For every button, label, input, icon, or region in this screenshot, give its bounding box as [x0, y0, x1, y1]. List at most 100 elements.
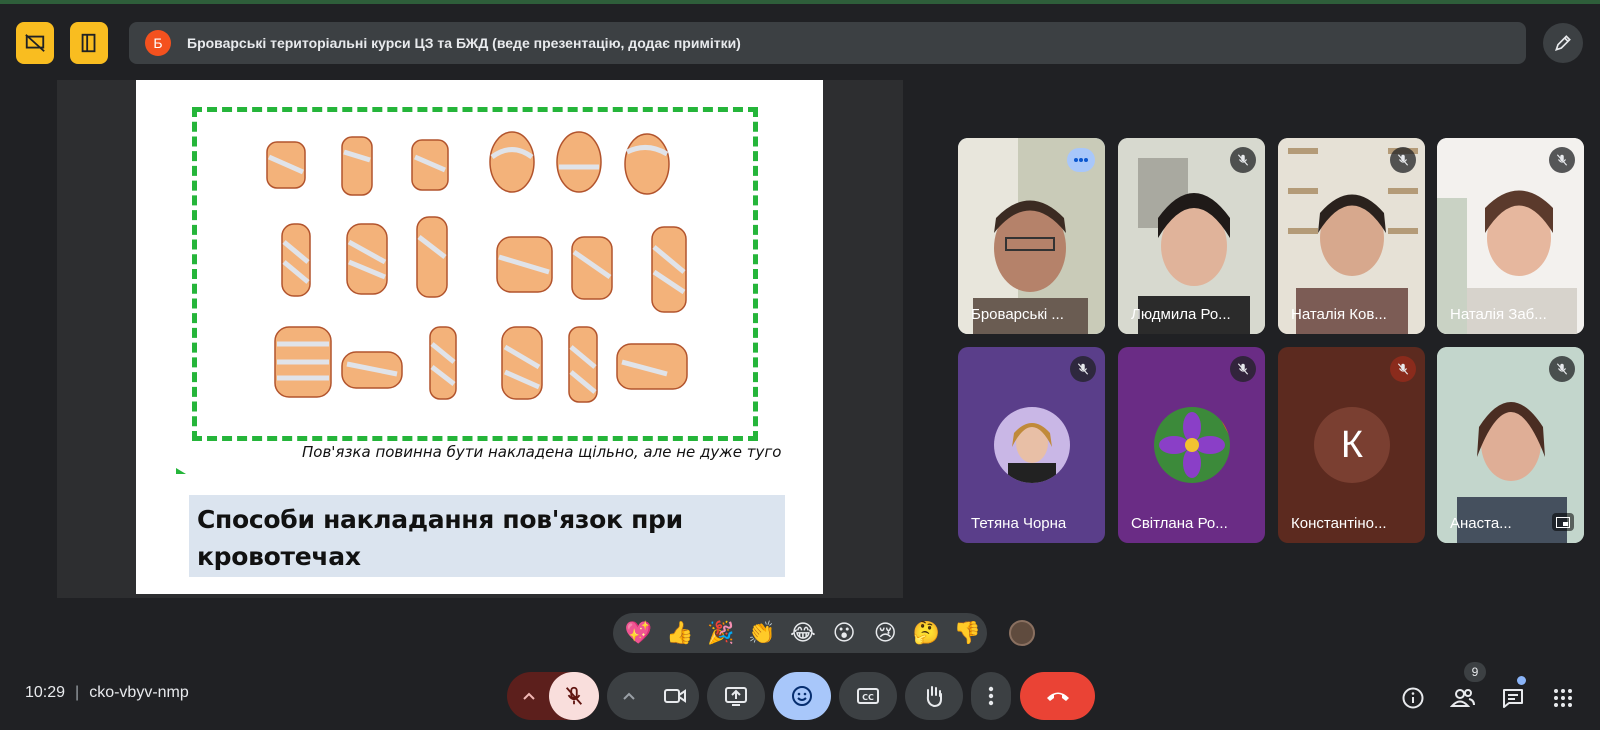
chevron-up-icon: [523, 692, 535, 700]
mic-off-badge: [1230, 356, 1256, 382]
present-screen-button[interactable]: [707, 672, 765, 720]
current-time: 10:29: [25, 684, 66, 701]
mic-off-badge: [1549, 147, 1575, 173]
reaction-clap[interactable]: 👏: [742, 615, 781, 651]
video-options-button[interactable]: [607, 672, 651, 720]
annotate-button[interactable]: [1543, 23, 1583, 63]
chat-button[interactable]: [1497, 682, 1529, 714]
more-vertical-icon: [988, 686, 994, 706]
participant-tile[interactable]: Наталія Ков...: [1278, 138, 1425, 334]
reaction-laugh[interactable]: 😂: [783, 615, 822, 651]
reactions-button[interactable]: [773, 672, 831, 720]
participant-avatar: [1154, 407, 1230, 483]
participant-name: Анаста...: [1450, 515, 1512, 532]
video-camera-icon: [664, 689, 686, 703]
picture-in-picture-icon[interactable]: [1552, 513, 1574, 531]
microphone-button[interactable]: [549, 672, 599, 720]
mic-off-badge: [1549, 356, 1575, 382]
people-icon: [1450, 689, 1475, 707]
camera-button[interactable]: [651, 672, 699, 720]
reaction-thumbs-down[interactable]: 👎: [948, 615, 987, 651]
svg-text:CC: CC: [862, 693, 874, 702]
participant-tile[interactable]: Броварські ...: [958, 138, 1105, 334]
emoji-icon: [792, 686, 812, 706]
participant-name: Світлана Ро...: [1131, 515, 1228, 532]
slide-caption: Пов'язка повинна бути накладена щільно, …: [302, 443, 782, 461]
participant-photo: [994, 407, 1070, 483]
activities-button[interactable]: [1547, 682, 1579, 714]
reaction-party[interactable]: 🎉: [701, 615, 740, 651]
pen-icon: [1555, 35, 1571, 51]
apps-grid-icon: [1554, 689, 1572, 707]
reaction-thinking[interactable]: 🤔: [907, 615, 946, 651]
meeting-details-button[interactable]: [1397, 682, 1429, 714]
present-screen-icon: [725, 687, 747, 706]
mic-off-badge: [1390, 147, 1416, 173]
captions-button[interactable]: CC: [839, 672, 897, 720]
presentation-stage: Пов'язка повинна бути накладена щільно, …: [57, 80, 903, 598]
slide-title-line1: Способи накладання пов'язок при: [197, 505, 683, 534]
bandage-illustrations-frame: [192, 107, 758, 441]
mic-off-badge: [1070, 356, 1096, 382]
presenter-avatar: Б: [145, 30, 171, 56]
flower-photo: [1154, 407, 1230, 483]
more-options-button[interactable]: [1067, 148, 1095, 172]
chat-unread-indicator: [1517, 676, 1526, 685]
mic-off-icon: [1237, 154, 1249, 166]
mic-off-icon: [1397, 363, 1409, 375]
raise-hand-button[interactable]: [905, 672, 963, 720]
meeting-info: 10:29 | cko-vbyv-nmp: [25, 684, 189, 702]
participant-name: Тетяна Чорна: [971, 515, 1067, 532]
participant-avatar: [994, 407, 1070, 483]
skin-tone-picker[interactable]: [1009, 620, 1035, 646]
participant-tile[interactable]: Людмила Ро...: [1118, 138, 1265, 334]
layout-button[interactable]: [70, 22, 108, 64]
green-arrow-mark: [176, 468, 186, 474]
mic-off-icon: [1237, 363, 1249, 375]
mic-off-icon: [1556, 363, 1568, 375]
presenter-label: Броварські територіальні курси ЦЗ та БЖД…: [187, 35, 741, 51]
chat-icon: [1503, 689, 1523, 708]
mic-off-icon: [565, 686, 583, 705]
participant-name: Наталія Заб...: [1450, 306, 1547, 323]
people-button[interactable]: [1447, 682, 1479, 714]
reaction-thumbs-up[interactable]: 👍: [660, 615, 699, 651]
audio-options-button[interactable]: [507, 672, 551, 720]
presenter-banner: Б Броварські територіальні курси ЦЗ та Б…: [129, 22, 1526, 64]
meeting-code: cko-vbyv-nmp: [89, 684, 189, 701]
stop-presenting-button[interactable]: [16, 22, 54, 64]
bandage-illustrations: [266, 131, 688, 403]
reaction-heart[interactable]: 💖: [619, 615, 658, 651]
participant-tile[interactable]: Світлана Ро...: [1118, 347, 1265, 543]
presentation-slide: Пов'язка повинна бути накладена щільно, …: [136, 80, 823, 594]
participant-tile[interactable]: Тетяна Чорна: [958, 347, 1105, 543]
participant-name: Наталія Ков...: [1291, 306, 1387, 323]
participant-tile[interactable]: Анаста...: [1437, 347, 1584, 543]
participant-name: Броварські ...: [971, 306, 1064, 323]
chevron-up-icon: [623, 692, 635, 700]
mic-off-icon: [1077, 363, 1089, 375]
closed-captions-icon: CC: [857, 688, 879, 704]
slide-title-line2: кровотечах: [197, 542, 361, 571]
reaction-surprised[interactable]: 😮: [825, 615, 864, 651]
participant-initial-avatar: К: [1314, 407, 1390, 483]
hide-presentation-icon: [25, 34, 45, 52]
reaction-sad[interactable]: 😢: [866, 615, 905, 651]
leave-call-button[interactable]: [1020, 672, 1095, 720]
participant-tile[interactable]: К Константіно...: [1278, 347, 1425, 543]
hand-icon: [926, 686, 942, 708]
window-top-edge: [0, 0, 1600, 4]
mic-off-icon: [1397, 154, 1409, 166]
more-options-button[interactable]: [971, 672, 1011, 720]
mic-off-icon: [1556, 154, 1568, 166]
participant-name: Людмила Ро...: [1131, 306, 1231, 323]
participant-count-badge: 9: [1464, 662, 1486, 682]
door-icon: [81, 33, 96, 53]
participant-tile[interactable]: Наталія Заб...: [1437, 138, 1584, 334]
mic-off-badge: [1390, 356, 1416, 382]
mic-off-badge: [1230, 147, 1256, 173]
separator: |: [75, 684, 80, 701]
hang-up-icon: [1046, 692, 1069, 701]
info-icon: [1402, 687, 1424, 709]
reactions-bar: 💖 👍 🎉 👏 😂 😮 😢 🤔 👎: [613, 613, 987, 653]
